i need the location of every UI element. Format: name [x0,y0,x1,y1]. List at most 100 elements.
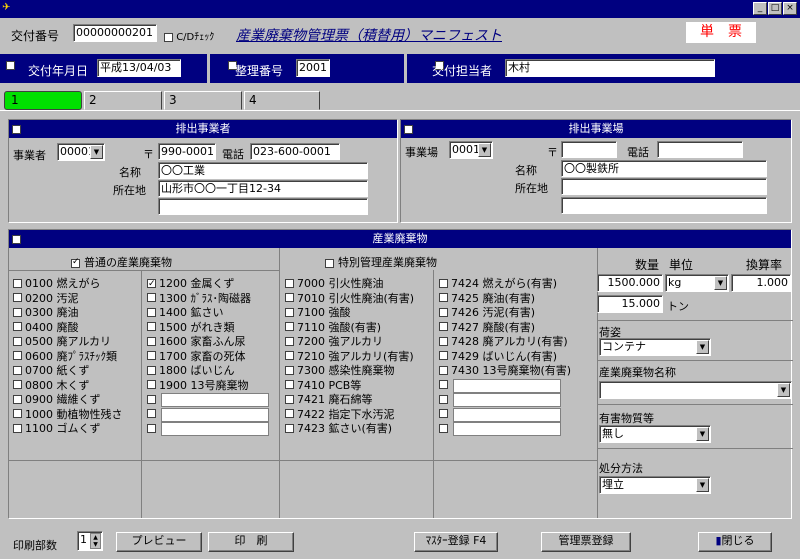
tab-4[interactable]: 4 [244,91,320,110]
waste-blank-field[interactable] [453,422,561,436]
futsu-option[interactable]: 普通の産業廃棄物 [71,254,172,270]
waste-item[interactable]: 1900 13号廃棄物 [147,379,249,393]
waste-blank-checkbox[interactable] [439,394,448,404]
preview-button[interactable]: プレビュー [116,532,202,552]
waste-item-checkbox[interactable] [439,293,448,302]
chevron-down-icon[interactable]: ▼ [478,143,491,157]
waste-item-checkbox[interactable] [147,351,156,360]
waste-item[interactable]: 7425 廃油(有害) [439,292,535,306]
waste-item-checkbox[interactable] [147,380,156,389]
waste-item-checkbox[interactable] [439,365,448,375]
waste-item-checkbox[interactable] [147,336,156,346]
waste-item-checkbox[interactable] [13,322,22,331]
waste-item[interactable]: 7426 汚泥(有害) [439,306,535,320]
waste-blank-field[interactable] [453,378,561,393]
waste-item-checkbox[interactable] [285,380,294,389]
waste-item-checkbox[interactable] [13,365,22,375]
waste-item-checkbox[interactable] [13,278,22,288]
jigyosha-addr-field[interactable]: 山形市〇〇一丁目12-34 [158,180,368,197]
waste-item[interactable]: 0700 紙くず [13,364,90,378]
futsu-checkbox[interactable] [71,257,80,268]
chevron-down-icon[interactable]: ▼ [696,340,709,354]
waste-item-checkbox[interactable] [439,307,448,317]
waste-item-checkbox[interactable] [147,293,156,302]
waste-item[interactable]: 7427 廃酸(有害) [439,321,535,335]
waste-item[interactable]: 1000 動植物性残さ [13,408,123,422]
waste-item[interactable]: 1700 家畜の死体 [147,350,246,364]
close-button[interactable]: ▮閉じる [698,532,772,552]
waste-item-checkbox[interactable] [13,307,22,317]
waste-blank-item[interactable] [147,422,269,436]
waste-item-checkbox[interactable] [285,322,294,331]
spinner-icon[interactable]: ▲ ▼ [90,533,101,549]
chevron-down-icon[interactable]: ▼ [696,478,709,492]
waste-blank-item[interactable] [439,407,561,422]
waste-blank-checkbox[interactable] [147,423,156,433]
waste-blank-item[interactable] [147,393,269,407]
waste-item[interactable]: 1500 がれき類 [147,321,235,335]
waste-blank-item[interactable] [439,378,561,393]
waste-item[interactable]: 0600 廃ﾌﾟﾗｽﾁｯｸ類 [13,350,117,364]
waste-item[interactable]: 7000 引火性廃油 [285,277,384,291]
waste-item[interactable]: 1100 ゴムくず [13,422,101,436]
tab-1[interactable]: 1 [4,91,82,110]
waste-item-checkbox[interactable] [285,351,294,360]
waste-item[interactable]: 0800 木くず [13,379,90,393]
waste-item-checkbox[interactable] [147,322,156,331]
waste-blank-checkbox[interactable] [439,423,448,433]
waste-item[interactable]: 0400 廃酸 [13,321,79,335]
waste-item[interactable]: 1300 ｶﾞﾗｽ･陶磁器 [147,292,251,306]
jigyojo-addr2-field[interactable] [561,197,767,214]
close-window-button[interactable]: × [783,2,797,15]
jigyojo-postal-field[interactable] [561,141,617,158]
waste-item-checkbox[interactable] [439,351,448,360]
waste-item-checkbox[interactable] [147,307,156,317]
waste-item[interactable]: 0300 廃油 [13,306,79,320]
cd-check[interactable]: C/Dﾁｪｯｸ [164,28,214,43]
minimize-button[interactable]: _ [753,2,767,15]
jigyosha-select[interactable]: 00001 ▼ [57,143,105,161]
koufu-number-field[interactable]: 00000000201 [73,24,157,42]
waste-blank-checkbox[interactable] [439,409,448,418]
waste-item-checkbox[interactable] [285,409,294,418]
waste-blank-item[interactable] [439,393,561,407]
seiri-field[interactable]: 2001 [296,59,330,77]
waste-item[interactable]: 1400 鉱さい [147,306,224,320]
waste-item-checkbox[interactable] [439,336,448,346]
jigyosha-postal-field[interactable]: 990-0001 [158,143,216,160]
jigyojo-name-field[interactable]: 〇〇製鉄所 [561,160,767,177]
yugai-select[interactable]: 無し ▼ [599,425,711,443]
chevron-down-icon[interactable]: ▼ [714,276,727,290]
waste-item[interactable]: 7200 強アルカリ [285,335,383,349]
waste-item-checkbox[interactable] [13,380,22,389]
waste-item-checkbox[interactable] [285,307,294,317]
waste-item[interactable]: 7424 燃えがら(有害) [439,277,557,291]
waste-item-checkbox[interactable] [147,277,156,291]
waste-item-checkbox[interactable] [285,293,294,302]
waste-item[interactable]: 0500 廃アルカリ [13,335,111,349]
waste-item[interactable]: 7430 13号廃棄物(有害) [439,364,571,378]
shobun-select[interactable]: 埋立 ▼ [599,476,711,494]
waste-item[interactable]: 1200 金属くず [147,277,235,291]
waste-item-checkbox[interactable] [13,409,22,418]
jigyojo-tel-field[interactable] [657,141,743,158]
rate-field[interactable]: 1.000 [731,274,791,292]
master-register-button[interactable]: ﾏｽﾀｰ登録 F4 [414,532,498,552]
waste-item[interactable]: 7300 感染性廃棄物 [285,364,395,378]
waste-item-checkbox[interactable] [147,365,156,375]
jigyosha-checkbox[interactable] [12,124,21,134]
waste-item-checkbox[interactable] [13,423,22,433]
maximize-button[interactable]: □ [768,2,782,15]
jigyosha-addr2-field[interactable] [158,198,368,215]
waste-blank-checkbox[interactable] [439,380,448,389]
waste-item[interactable]: 7428 廃アルカリ(有害) [439,335,568,349]
waste-item-checkbox[interactable] [439,322,448,331]
manifest-register-button[interactable]: 管理票登録 [541,532,631,552]
waste-checkbox[interactable] [12,234,21,244]
waste-item-checkbox[interactable] [13,336,22,346]
waste-item[interactable]: 7210 強アルカリ(有害) [285,350,414,364]
waste-item-checkbox[interactable] [285,365,294,375]
waste-blank-field[interactable] [453,407,561,422]
waste-blank-field[interactable] [161,393,269,407]
waste-item[interactable]: 7421 廃石綿等 [285,393,373,407]
